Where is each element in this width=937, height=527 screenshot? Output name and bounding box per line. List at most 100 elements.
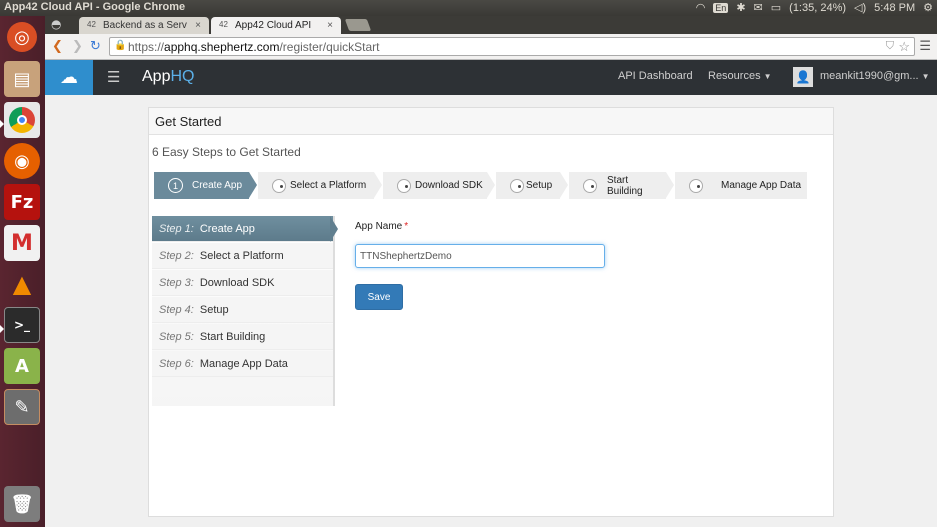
wizard-step-start-building[interactable]: Start Building bbox=[569, 172, 666, 199]
radio-circle-icon bbox=[510, 179, 524, 193]
speaker-icon[interactable]: ◁) bbox=[854, 1, 866, 14]
wizard-step-manage-app-data[interactable]: Manage App Data bbox=[675, 172, 807, 199]
toolbar: ❮ ❯ ↻ 🔒 https://apphq.shephertz.com/regi… bbox=[45, 34, 937, 60]
steps-wizard: 1 Create App Select a Platform Download … bbox=[154, 172, 807, 199]
side-step-label: Manage App Data bbox=[199, 357, 288, 370]
step-separator bbox=[666, 172, 674, 198]
wifi-icon[interactable]: ◠ bbox=[696, 1, 706, 14]
side-step-label: Setup bbox=[199, 303, 229, 316]
panel-subtitle: 6 Easy Steps to Get Started bbox=[152, 145, 301, 159]
side-step-prefix: Step 2: bbox=[159, 249, 194, 262]
wizard-step-create-app[interactable]: 1 Create App bbox=[154, 172, 249, 199]
side-step-start-building[interactable]: Step 5: Start Building bbox=[152, 324, 333, 350]
wizard-step-label: Manage App Data bbox=[721, 180, 802, 191]
nav-api-dashboard[interactable]: API Dashboard bbox=[618, 70, 693, 82]
tab-label: Backend as a Service bbox=[103, 20, 187, 31]
chrome-icon[interactable] bbox=[4, 102, 40, 138]
user-avatar[interactable]: 👤 bbox=[793, 67, 813, 87]
side-step-prefix: Step 3: bbox=[159, 276, 194, 289]
step-separator bbox=[560, 172, 568, 198]
close-tab-icon[interactable]: × bbox=[327, 20, 333, 31]
step-separator bbox=[487, 172, 495, 198]
wizard-step-select-platform[interactable]: Select a Platform bbox=[258, 172, 374, 199]
lock-icon[interactable]: 🔒 bbox=[114, 40, 126, 51]
step-number: 1 bbox=[168, 178, 183, 193]
browser-window: ◓ 42 Backend as a Service × 42 App42 Clo… bbox=[45, 16, 937, 527]
side-step-setup[interactable]: Step 4: Setup bbox=[152, 297, 333, 323]
mail-icon[interactable]: ✉ bbox=[754, 1, 763, 14]
wizard-step-label: Create App bbox=[192, 180, 243, 191]
close-tab-icon[interactable]: × bbox=[195, 20, 201, 31]
forward-icon[interactable]: ❯ bbox=[72, 39, 83, 54]
tab-app42-cloud-api[interactable]: 42 App42 Cloud API × bbox=[211, 17, 341, 34]
side-step-prefix: Step 4: bbox=[159, 303, 194, 316]
wizard-step-setup[interactable]: Setup bbox=[496, 172, 560, 199]
app-name-input[interactable] bbox=[355, 244, 605, 268]
gear-icon[interactable]: ⚙ bbox=[923, 1, 933, 14]
firefox-icon[interactable]: ◉ bbox=[4, 143, 40, 179]
shield-icon[interactable]: ⛉ bbox=[886, 40, 894, 53]
side-step-manage-app-data[interactable]: Step 6: Manage App Data bbox=[152, 351, 333, 377]
chrome-menu-icon[interactable]: ☰ bbox=[919, 39, 931, 54]
side-step-prefix: Step 1: bbox=[159, 222, 194, 235]
app42-favicon-icon: 42 bbox=[87, 20, 96, 29]
required-asterisk: * bbox=[404, 221, 409, 232]
battery-icon[interactable]: ▭ bbox=[771, 1, 781, 14]
wizard-step-label: Download SDK bbox=[415, 180, 483, 191]
trash-icon[interactable]: 🗑 bbox=[4, 486, 40, 522]
wizard-step-label: Setup bbox=[526, 180, 553, 191]
tab-backend-as-a-service[interactable]: 42 Backend as a Service × bbox=[79, 17, 209, 34]
bluetooth-icon[interactable]: ✱ bbox=[736, 1, 745, 14]
brand-name[interactable]: AppHQ bbox=[142, 68, 194, 86]
terminal-icon[interactable]: >_ bbox=[4, 307, 40, 343]
radio-circle-icon bbox=[272, 179, 286, 193]
save-button[interactable]: Save bbox=[355, 284, 403, 310]
step-separator bbox=[249, 172, 257, 198]
url-scheme: https:// bbox=[128, 39, 165, 54]
active-step-pointer bbox=[330, 216, 338, 242]
radio-circle-icon bbox=[397, 179, 411, 193]
url-host: apphq.shephertz.com bbox=[164, 39, 280, 54]
side-step-prefix: Step 5: bbox=[159, 330, 194, 343]
new-tab-button[interactable] bbox=[344, 19, 372, 31]
side-step-label: Download SDK bbox=[199, 276, 275, 289]
side-step-prefix: Step 6: bbox=[159, 357, 194, 370]
address-bar[interactable]: 🔒 https://apphq.shephertz.com/register/q… bbox=[109, 37, 915, 56]
gimp-icon[interactable]: ✎ bbox=[4, 389, 40, 425]
tab-label: App42 Cloud API bbox=[235, 20, 312, 31]
vlc-icon[interactable]: ▲ bbox=[4, 266, 40, 302]
side-step-create-app[interactable]: Step 1: Create App bbox=[152, 216, 333, 242]
bookmark-star-icon[interactable]: ☆ bbox=[898, 39, 910, 55]
hamburger-menu-icon[interactable]: ☰ bbox=[107, 68, 120, 86]
side-step-download-sdk[interactable]: Step 3: Download SDK bbox=[152, 270, 333, 296]
get-started-panel: Get Started 6 Easy Steps to Get Started … bbox=[148, 107, 834, 517]
app-name-label: App Name * bbox=[355, 221, 408, 232]
files-icon[interactable]: ▤ bbox=[4, 61, 40, 97]
user-menu[interactable]: meankit1990@gm... ▼ bbox=[820, 70, 930, 82]
android-studio-icon[interactable]: A bbox=[4, 348, 40, 384]
user-email: meankit1990@gm... bbox=[820, 70, 919, 82]
back-icon[interactable]: ❮ bbox=[52, 39, 63, 54]
filezilla-icon[interactable]: Fz bbox=[4, 184, 40, 220]
step-separator bbox=[374, 172, 382, 198]
brand-suffix: HQ bbox=[170, 68, 195, 85]
nav-resources[interactable]: Resources ▼ bbox=[708, 70, 772, 82]
nav-resources-label: Resources bbox=[708, 70, 761, 82]
app-header: ☁ ☰ AppHQ API Dashboard Resources ▼ 👤 me… bbox=[45, 60, 937, 95]
ubuntu-dash-icon[interactable]: ◎ bbox=[7, 22, 37, 52]
app42-favicon-icon: 42 bbox=[219, 20, 228, 29]
caret-down-icon: ▼ bbox=[763, 72, 772, 81]
caret-down-icon: ▼ bbox=[921, 72, 930, 81]
gmail-icon[interactable]: M bbox=[4, 225, 40, 261]
side-step-select-platform[interactable]: Step 2: Select a Platform bbox=[152, 243, 333, 269]
cloud-logo-icon[interactable]: ☁ bbox=[45, 60, 93, 95]
battery-status[interactable]: (1:35, 24%) bbox=[789, 2, 846, 14]
keyboard-layout-indicator[interactable]: En bbox=[713, 2, 729, 13]
incognito-icon: ◓ bbox=[51, 17, 62, 31]
panel-title: Get Started bbox=[149, 108, 833, 135]
side-step-label: Select a Platform bbox=[199, 249, 284, 262]
steps-sidebar: Step 1: Create App Step 2: Select a Plat… bbox=[152, 216, 335, 406]
clock[interactable]: 5:48 PM bbox=[874, 2, 915, 14]
reload-icon[interactable]: ↻ bbox=[90, 39, 101, 54]
wizard-step-download-sdk[interactable]: Download SDK bbox=[383, 172, 487, 199]
